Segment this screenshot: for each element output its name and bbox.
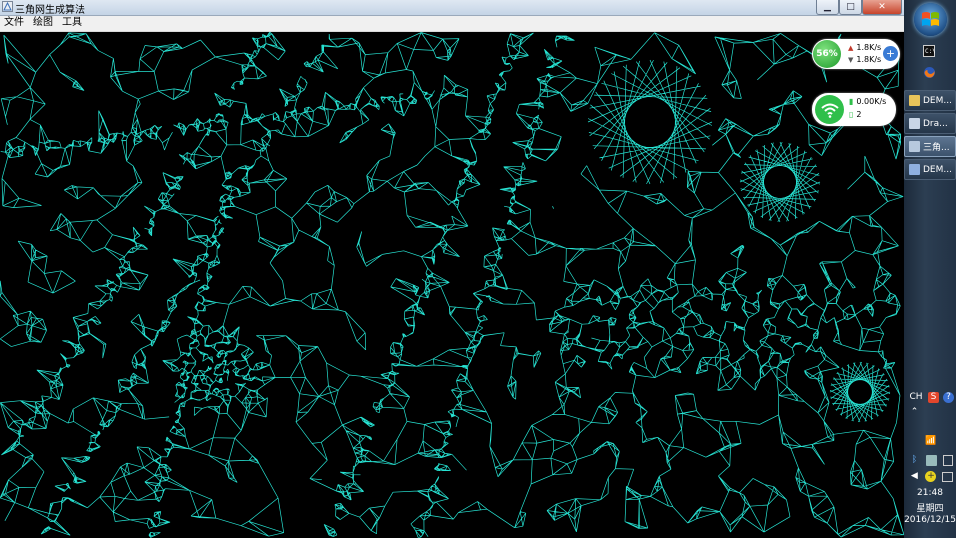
menu-tools[interactable]: 工具 [58, 16, 87, 31]
accelerate-plus-icon[interactable]: + [883, 46, 898, 61]
wifi-speed: 0.00K/s [856, 97, 887, 106]
wifi-devices-row: ▯ 2 [849, 110, 862, 119]
maximize-button[interactable]: □ [839, 0, 862, 15]
svg-text:C:\: C:\ [925, 48, 935, 55]
tray-row-1: CH S ? [906, 392, 956, 403]
mesh-edges [0, 32, 904, 538]
title-bar[interactable]: 三角网生成算法 ▁ □ ✕ [0, 0, 904, 16]
firefox-icon[interactable] [920, 66, 938, 84]
taskbar-item[interactable]: DEM... [904, 90, 956, 111]
taskbar-item[interactable]: 三角... [904, 136, 956, 157]
download-row: ▼ 1.8K/s [848, 55, 881, 64]
signal-bars-icon: ▮ [849, 97, 854, 106]
taskbar-item-label: DEM... [923, 95, 952, 106]
taskbar: C:\ DEM... Dra... 三角... DEM... CH S ? ⌃ 📶 ᛒ… [904, 0, 956, 538]
triangle-app-icon [909, 141, 920, 152]
upload-speed: 1.8K/s [856, 43, 882, 52]
window-title: 三角网生成算法 [15, 5, 85, 16]
tray-row-5: ◀ + [906, 471, 956, 482]
network-monitor-widget[interactable]: 56% ▲ 1.8K/s ▼ 1.8K/s + [812, 39, 900, 69]
device-icon: ▯ [849, 110, 854, 119]
upload-row: ▲ 1.8K/s [848, 43, 881, 52]
help-icon[interactable]: ? [943, 392, 954, 403]
windows-logo-icon [922, 12, 939, 26]
taskbar-item[interactable]: Dra... [904, 113, 956, 134]
close-button[interactable]: ✕ [862, 0, 902, 15]
menu-draw[interactable]: 绘图 [29, 16, 58, 31]
cpu-usage-circle: 56% [813, 40, 841, 68]
menu-bar: 文件 绘图 工具 [0, 16, 904, 32]
network-tray-icon[interactable] [926, 455, 937, 466]
taskbar-item-label: Dra... [923, 118, 948, 129]
vs-app-icon [909, 164, 920, 175]
tray-expand-icon[interactable]: ⌃ [909, 407, 920, 418]
clock-date[interactable]: 2016/12/15 [904, 515, 956, 525]
download-speed: 1.8K/s [856, 55, 882, 64]
tray-row-3: 📶 [906, 436, 956, 447]
taskbar-item-label: 三角... [923, 143, 950, 153]
taskbar-item[interactable]: DEM... [904, 159, 956, 180]
tray-row-4: ᛒ [906, 455, 956, 466]
battery-icon[interactable] [943, 455, 953, 466]
wifi-icon [815, 95, 844, 124]
wifi-tray-icon[interactable]: 📶 [924, 436, 938, 447]
upload-arrow-icon: ▲ [848, 44, 854, 52]
start-button[interactable] [914, 3, 947, 36]
terminal-icon[interactable]: C:\ [920, 45, 938, 63]
wifi-device-count: 2 [856, 110, 862, 119]
app-window: 三角网生成算法 ▁ □ ✕ 文件 绘图 工具 [0, 0, 904, 538]
clock-weekday[interactable]: 星期四 [904, 501, 956, 514]
minimize-button[interactable]: ▁ [816, 0, 839, 15]
clock-time[interactable]: 21:48 [904, 488, 956, 498]
sogou-input-icon[interactable]: S [928, 392, 939, 403]
volume-icon[interactable]: ◀ [909, 471, 920, 482]
bluetooth-icon[interactable]: ᛒ [909, 455, 920, 466]
triangulation-mesh [0, 32, 904, 538]
tray-row-2: ⌃ [906, 407, 956, 418]
draw-app-icon [909, 118, 920, 129]
taskbar-item-label: DEM... [923, 164, 952, 175]
security-tray-icon[interactable]: + [925, 471, 937, 482]
download-arrow-icon: ▼ [848, 56, 854, 64]
action-center-icon[interactable] [942, 471, 954, 482]
folder-icon [909, 95, 920, 106]
tin-mesh-canvas[interactable] [0, 32, 904, 538]
app-icon [2, 1, 13, 12]
wifi-widget[interactable]: ▮ 0.00K/s ▯ 2 [812, 93, 896, 126]
language-indicator[interactable]: CH [908, 392, 924, 403]
menu-file[interactable]: 文件 [0, 16, 29, 31]
wifi-speed-row: ▮ 0.00K/s [849, 97, 886, 106]
